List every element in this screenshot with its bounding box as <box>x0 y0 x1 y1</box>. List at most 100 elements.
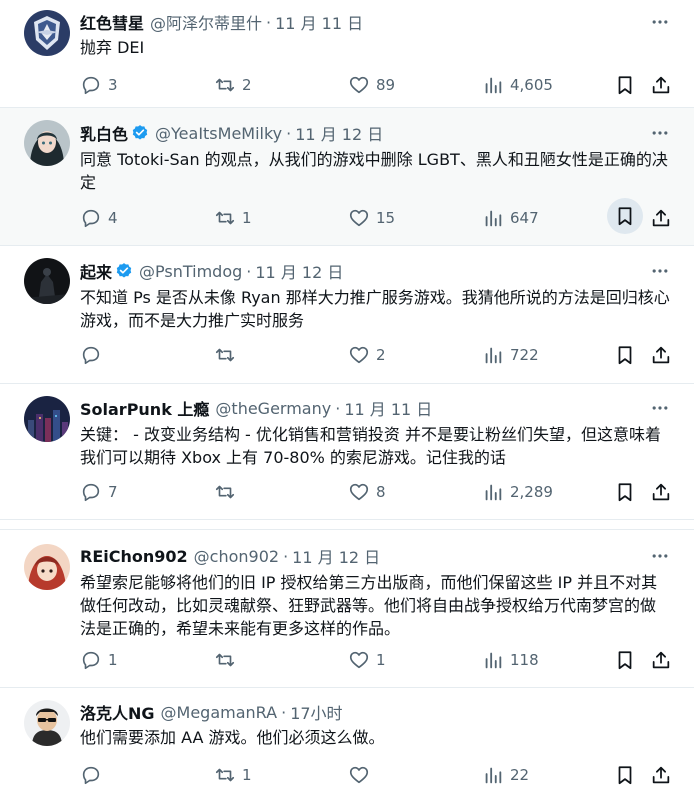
like-button[interactable]: 2 <box>348 341 386 369</box>
user-handle[interactable]: @PsnTimdog <box>139 262 242 281</box>
reply-button[interactable]: 4 <box>80 204 118 232</box>
bookmark-button[interactable] <box>614 761 636 789</box>
tweet[interactable]: REiChon902 @chon902 · 11 月 12 日 希望索尼能够将他… <box>0 530 694 688</box>
share-button[interactable] <box>650 204 672 232</box>
avatar[interactable] <box>24 258 70 304</box>
like-button[interactable]: 8 <box>348 478 386 506</box>
reply-button[interactable]: 1 <box>80 646 118 674</box>
retweet-icon <box>215 211 235 225</box>
display-name[interactable]: 洛克人NG <box>80 700 155 724</box>
reply-button[interactable] <box>80 341 108 369</box>
retweet-button[interactable] <box>214 646 242 674</box>
reply-icon <box>82 76 100 95</box>
like-button[interactable] <box>348 761 376 789</box>
user-handle[interactable]: @theGermany <box>215 399 331 418</box>
retweet-button[interactable]: 2 <box>214 71 252 99</box>
display-name[interactable]: REiChon902 <box>80 547 188 566</box>
share-button[interactable] <box>650 478 672 506</box>
timestamp[interactable]: 11 月 12 日 <box>255 259 343 283</box>
retweet-button[interactable]: 1 <box>214 204 252 232</box>
view-count: 647 <box>510 209 539 227</box>
user-handle[interactable]: @MegamanRA <box>161 703 278 722</box>
red-character-avatar <box>24 544 70 590</box>
retweet-icon <box>215 78 235 92</box>
retweet-icon <box>215 768 235 782</box>
reply-button[interactable] <box>80 761 108 789</box>
bookmark-icon <box>618 76 632 95</box>
reply-icon <box>82 483 100 502</box>
views-button[interactable]: 4,605 <box>482 71 553 99</box>
user-handle[interactable]: @阿泽尔蒂里什 <box>150 10 262 34</box>
timestamp[interactable]: 11 月 11 日 <box>344 396 432 420</box>
timestamp[interactable]: 11 月 12 日 <box>292 544 380 568</box>
bookmark-button[interactable] <box>614 71 636 99</box>
bookmark-icon <box>618 346 632 365</box>
retweet-button[interactable] <box>214 478 242 506</box>
views-button[interactable]: 22 <box>482 761 529 789</box>
more-options-button[interactable] <box>648 396 672 420</box>
tweet-actions: 7 8 2,289 <box>80 478 678 506</box>
more-options-button[interactable] <box>648 121 672 145</box>
bookmark-button[interactable] <box>614 478 636 506</box>
like-button[interactable]: 89 <box>348 71 395 99</box>
avatar[interactable] <box>24 700 70 746</box>
bookmark-button[interactable] <box>607 198 643 234</box>
bookmark-icon <box>618 483 632 502</box>
views-button[interactable]: 2,289 <box>482 478 553 506</box>
views-button[interactable]: 647 <box>482 204 539 232</box>
views-button[interactable]: 722 <box>482 341 539 369</box>
views-chart-icon <box>485 484 502 501</box>
verified-badge-icon <box>116 263 132 278</box>
timestamp[interactable]: 11 月 12 日 <box>295 121 383 145</box>
display-name[interactable]: SolarPunk 上瘾 <box>80 396 209 420</box>
display-name[interactable]: 乳白色 <box>80 121 128 145</box>
bookmark-button[interactable] <box>614 646 636 674</box>
tweet[interactable]: 红色彗星 @阿泽尔蒂里什 · 11 月 11 日 抛弃 DEI 3 2 89 4… <box>0 0 694 108</box>
share-button[interactable] <box>650 761 672 789</box>
views-button[interactable]: 118 <box>482 646 539 674</box>
share-button[interactable] <box>650 646 672 674</box>
views-chart-icon <box>485 652 502 669</box>
display-name[interactable]: 起来 <box>80 259 112 283</box>
user-handle[interactable]: @chon902 <box>194 547 279 566</box>
like-button[interactable]: 1 <box>348 646 386 674</box>
tweet-text: 他们需要添加 AA 游戏。他们必须这么做。 <box>80 728 385 747</box>
share-button[interactable] <box>650 341 672 369</box>
share-icon <box>652 651 670 669</box>
display-name[interactable]: 红色彗星 <box>80 10 144 34</box>
more-options-button[interactable] <box>648 259 672 283</box>
retweet-button[interactable] <box>214 341 242 369</box>
city-night-avatar <box>24 396 70 442</box>
tweet-actions: 1 1 118 <box>80 646 678 674</box>
timestamp[interactable]: 17小时 <box>290 700 342 724</box>
like-button[interactable]: 15 <box>348 204 395 232</box>
avatar[interactable] <box>24 120 70 166</box>
views-chart-icon <box>485 210 502 227</box>
avatar[interactable] <box>24 396 70 442</box>
reply-button[interactable]: 3 <box>80 71 118 99</box>
tweet[interactable]: 乳白色 @YeaItsMeMilky · 11 月 12 日 同意 Totoki… <box>0 108 694 246</box>
user-handle[interactable]: @YeaItsMeMilky <box>155 124 282 143</box>
tweet-feed: 红色彗星 @阿泽尔蒂里什 · 11 月 11 日 抛弃 DEI 3 2 89 4… <box>0 0 694 800</box>
feed-divider <box>0 520 694 530</box>
tweet[interactable]: 洛克人NG @MegamanRA · 17小时 他们需要添加 AA 游戏。他们必… <box>0 688 694 800</box>
avatar[interactable] <box>24 10 70 56</box>
share-icon <box>652 766 670 784</box>
bookmark-icon <box>618 651 632 670</box>
bookmark-button[interactable] <box>614 341 636 369</box>
tweet[interactable]: 起来 @PsnTimdog · 11 月 12 日 不知道 Ps 是否从未像 R… <box>0 246 694 384</box>
reply-icon <box>82 209 100 228</box>
avatar[interactable] <box>24 544 70 590</box>
retweet-button[interactable]: 1 <box>214 761 252 789</box>
share-button[interactable] <box>650 71 672 99</box>
reply-button[interactable]: 7 <box>80 478 118 506</box>
separator-dot: · <box>286 123 292 143</box>
tweet-actions: 1 22 <box>80 761 678 789</box>
bookmark-hover-highlight <box>607 198 643 234</box>
tweet[interactable]: SolarPunk 上瘾 @theGermany · 11 月 11 日 关键：… <box>0 384 694 520</box>
reply-count: 1 <box>108 651 118 669</box>
reply-count: 4 <box>108 209 118 227</box>
timestamp[interactable]: 11 月 11 日 <box>275 10 363 34</box>
more-options-button[interactable] <box>648 10 672 34</box>
more-options-button[interactable] <box>648 544 672 568</box>
